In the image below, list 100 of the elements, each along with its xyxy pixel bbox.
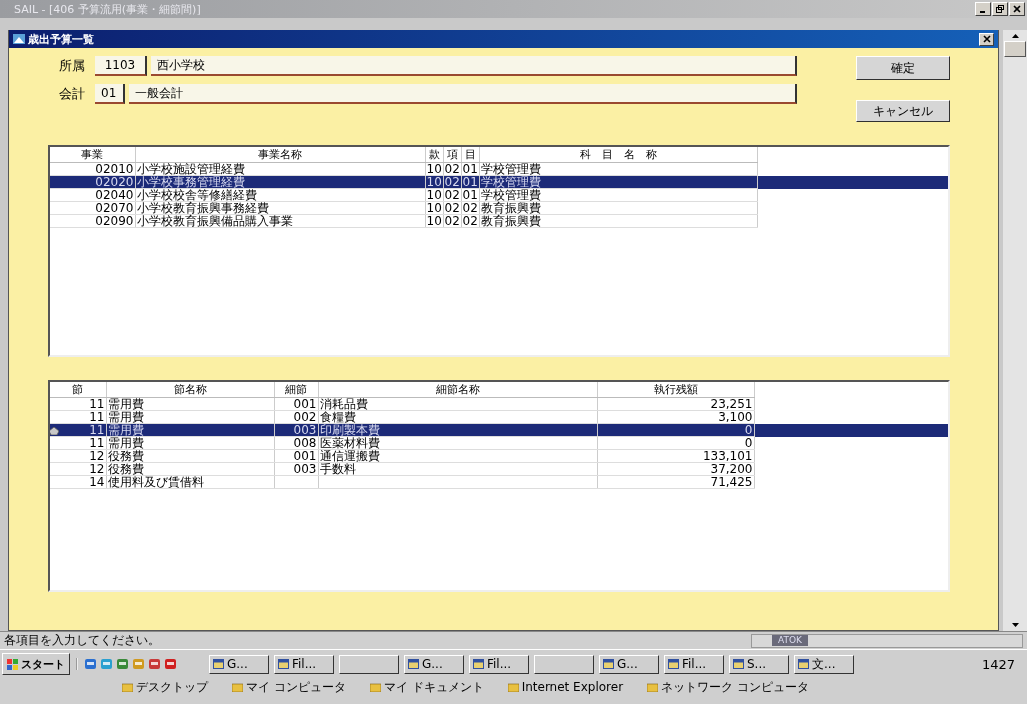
table-row[interactable]: 14 使用料及び賃借料 71,425 bbox=[50, 475, 948, 489]
dialog-title: 歳出予算一覧 bbox=[28, 31, 95, 47]
table-row[interactable]: 02010 小学校施設管理経費 10 02 01 学校管理費 bbox=[50, 162, 948, 176]
scroll-down-icon[interactable] bbox=[1011, 623, 1019, 627]
table-row[interactable]: 11 需用費 003 印刷製本費 0 bbox=[50, 423, 948, 437]
table-cell: 10 bbox=[426, 214, 442, 228]
column-header: 事業 bbox=[50, 147, 135, 163]
table-cell: 医薬材料費 bbox=[319, 436, 380, 450]
table-row[interactable]: 02020 小学校事務管理経費 10 02 01 学校管理費 bbox=[50, 175, 948, 189]
taskbar-button[interactable]: Fil... bbox=[664, 654, 724, 674]
desktop-shortcut[interactable]: マイ コンピュータ bbox=[232, 678, 346, 696]
table-cell: 02 bbox=[462, 201, 478, 215]
cancel-button[interactable]: キャンセル bbox=[856, 100, 950, 122]
table-cell: 需用費 bbox=[107, 397, 144, 411]
table-row[interactable]: 11 需用費 002 食糧費 3,100 bbox=[50, 410, 948, 424]
table-row[interactable]: 02090 小学校教育振興備品購入事業 10 02 02 教育振興費 bbox=[50, 214, 948, 228]
table-cell: 役務費 bbox=[107, 449, 144, 463]
table-cell: 12 bbox=[89, 462, 105, 476]
clock: 1427 bbox=[980, 656, 1016, 672]
column-header: 節名称 bbox=[106, 382, 274, 398]
table-cell: 11 bbox=[89, 397, 105, 411]
table-cell: 02020 bbox=[95, 175, 134, 189]
desktop-shortcut[interactable]: Internet Explorer bbox=[507, 680, 624, 694]
desktop-shortcut[interactable]: マイ ドキュメント bbox=[369, 678, 484, 696]
field-label: 会計 bbox=[59, 85, 86, 103]
table-cell: 小学校教育振興備品購入事業 bbox=[136, 214, 293, 228]
code-field[interactable]: 01 bbox=[95, 84, 125, 104]
column-header: 執行残額 bbox=[597, 382, 754, 398]
start-button[interactable]: スタート bbox=[2, 653, 70, 675]
minimize-button[interactable] bbox=[975, 2, 991, 16]
taskbar-button[interactable]: S... bbox=[729, 654, 789, 674]
column-header: 節 bbox=[50, 382, 106, 398]
close-button[interactable] bbox=[1009, 2, 1025, 16]
scroll-thumb[interactable] bbox=[1004, 41, 1026, 57]
table-cell: 10 bbox=[426, 201, 442, 215]
column-header: 目 bbox=[461, 147, 479, 163]
table-cell: 小学校施設管理経費 bbox=[136, 162, 245, 176]
taskbar-button[interactable]: 文... bbox=[794, 654, 854, 674]
confirm-button[interactable]: 確定 bbox=[856, 56, 950, 80]
table-cell: 01 bbox=[462, 175, 478, 189]
table-cell: 71,425 bbox=[710, 475, 753, 489]
name-field[interactable]: 一般会計 bbox=[129, 84, 797, 104]
table-cell: 印刷製本費 bbox=[319, 423, 380, 437]
table-cell: 食糧費 bbox=[319, 410, 356, 424]
table-cell: 使用料及び賃借料 bbox=[107, 475, 204, 489]
table-cell: 02 bbox=[444, 162, 460, 176]
table-cell: 11 bbox=[89, 410, 105, 424]
ime-name[interactable]: ATOK bbox=[772, 635, 808, 646]
table-row[interactable]: 12 役務費 003 手数料 37,200 bbox=[50, 462, 948, 476]
close-button[interactable] bbox=[979, 32, 994, 46]
taskbar-button[interactable]: Fil... bbox=[469, 654, 529, 674]
table-cell: 02010 bbox=[95, 162, 134, 176]
taskbar-button[interactable]: G... bbox=[404, 654, 464, 674]
table-cell: 01 bbox=[462, 188, 478, 202]
window-icon bbox=[473, 659, 484, 669]
folder-icon bbox=[122, 682, 133, 692]
table-row[interactable]: 11 需用費 008 医薬材料費 0 bbox=[50, 436, 948, 450]
scroll-up-icon[interactable] bbox=[1011, 34, 1019, 38]
table-cell: 11 bbox=[89, 436, 105, 450]
table-cell: 02070 bbox=[95, 201, 134, 215]
field-label: 所属 bbox=[59, 57, 86, 75]
window-icon bbox=[408, 659, 419, 669]
taskbar-button[interactable]: Fil... bbox=[274, 654, 334, 674]
table-cell: 教育振興費 bbox=[480, 214, 541, 228]
quick-launch-icon[interactable] bbox=[164, 658, 177, 670]
table-cell: 役務費 bbox=[107, 462, 144, 476]
table-cell: 002 bbox=[293, 410, 317, 424]
table-cell: 02090 bbox=[95, 214, 134, 228]
table-row[interactable]: 12 役務費 001 通信運搬費 133,101 bbox=[50, 449, 948, 463]
desktop-shortcut[interactable]: デスクトップ bbox=[122, 678, 208, 696]
table-cell: 133,101 bbox=[702, 449, 753, 463]
window-icon bbox=[798, 659, 809, 669]
table-cell: 23,251 bbox=[710, 397, 753, 411]
column-header: 項 bbox=[443, 147, 461, 163]
table-cell: 小学校教育振興事務経費 bbox=[136, 201, 269, 215]
column-header: 事業名称 bbox=[135, 147, 425, 163]
table-cell: 0 bbox=[744, 423, 753, 437]
table-cell: 小学校事務管理経費 bbox=[136, 175, 245, 189]
taskbar-button[interactable] bbox=[534, 654, 594, 674]
table-row[interactable]: 02040 小学校校舎等修繕経費 10 02 01 学校管理費 bbox=[50, 188, 948, 202]
column-header: 科 目 名 称 bbox=[479, 147, 757, 163]
name-field[interactable]: 西小学校 bbox=[151, 56, 797, 76]
scrollbar[interactable] bbox=[1003, 30, 1027, 631]
table-cell: 消耗品費 bbox=[319, 397, 368, 411]
table-row[interactable]: 02070 小学校教育振興事務経費 10 02 02 教育振興費 bbox=[50, 201, 948, 215]
taskbar-button[interactable]: G... bbox=[209, 654, 269, 674]
code-field[interactable]: 1103 bbox=[95, 56, 147, 76]
taskbar-button[interactable] bbox=[339, 654, 399, 674]
table-cell: 教育振興費 bbox=[480, 201, 541, 215]
table-cell: 10 bbox=[426, 188, 442, 202]
quick-launch-icon[interactable] bbox=[116, 658, 129, 670]
table-row[interactable]: 11 需用費 001 消耗品費 23,251 bbox=[50, 397, 948, 411]
folder-icon bbox=[369, 682, 381, 692]
taskbar-button[interactable]: G... bbox=[599, 654, 659, 674]
quick-launch-icon[interactable] bbox=[84, 658, 97, 670]
desktop-shortcut[interactable]: ネットワーク コンピュータ bbox=[647, 678, 809, 696]
table-cell: 10 bbox=[426, 162, 442, 176]
table-cell: 02040 bbox=[95, 188, 134, 202]
quick-launch-icon[interactable] bbox=[148, 658, 161, 670]
restore-button[interactable] bbox=[992, 2, 1008, 16]
